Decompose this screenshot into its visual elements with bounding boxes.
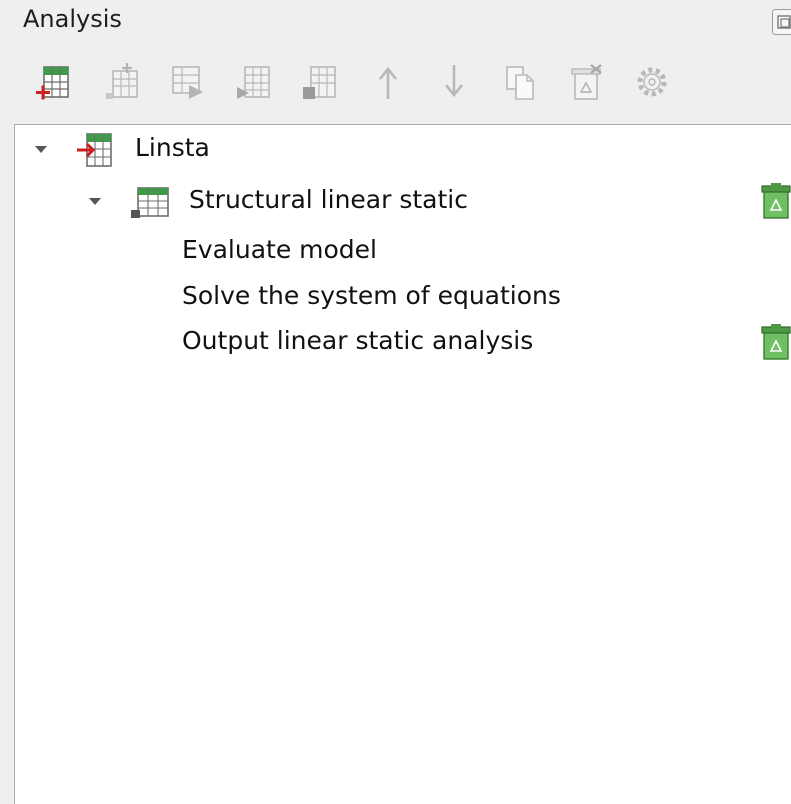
run-button[interactable]	[230, 57, 278, 107]
move-down-button[interactable]	[430, 57, 478, 107]
copy-button[interactable]	[496, 57, 544, 107]
delete-button[interactable]	[562, 57, 610, 107]
tree-item-linsta[interactable]: Linsta	[15, 128, 791, 168]
new-analysis-icon	[36, 66, 69, 100]
add-step-button[interactable]	[98, 57, 146, 107]
new-analysis-button[interactable]	[30, 57, 78, 107]
run-icon	[237, 66, 270, 99]
analysis-tree[interactable]: Linsta Structural linear static Evaluate…	[14, 124, 791, 804]
tree-item-output-linear-static[interactable]: Output linear static analysis	[15, 321, 791, 361]
recycle-bin-icon[interactable]	[761, 182, 791, 220]
settings-button[interactable]	[628, 57, 676, 107]
step-icon	[131, 187, 169, 218]
add-command-button[interactable]	[164, 57, 212, 107]
stop-button[interactable]	[296, 57, 344, 107]
settings-icon	[637, 67, 667, 97]
tree-item-label: Evaluate model	[182, 235, 377, 264]
tree-item-label: Solve the system of equations	[182, 281, 561, 310]
stop-icon	[303, 66, 336, 99]
copy-icon	[506, 66, 534, 100]
tree-item-label: Output linear static analysis	[182, 326, 534, 355]
recycle-bin-icon[interactable]	[761, 323, 791, 361]
analysis-toolbar	[0, 52, 791, 112]
tree-item-label: Structural linear static	[189, 185, 468, 214]
float-icon	[777, 15, 791, 29]
tree-item-label: Linsta	[135, 133, 210, 162]
tree-item-solve-system[interactable]: Solve the system of equations	[15, 276, 791, 316]
tree-item-structural-linear-static[interactable]: Structural linear static	[15, 180, 791, 220]
float-panel-button[interactable]	[772, 9, 791, 35]
panel-title: Analysis	[23, 5, 122, 33]
delete-icon	[571, 64, 602, 100]
expand-arrow-icon[interactable]	[89, 198, 101, 205]
move-up-icon	[378, 66, 398, 99]
add-command-icon	[172, 66, 203, 99]
analysis-panel: Analysis Linsta Structural linear static…	[0, 0, 791, 804]
analysis-icon	[77, 133, 112, 167]
tree-item-evaluate-model[interactable]: Evaluate model	[15, 230, 791, 270]
move-up-button[interactable]	[364, 57, 412, 107]
add-step-icon	[106, 63, 138, 99]
panel-header: Analysis	[0, 0, 791, 40]
move-down-icon	[444, 65, 464, 98]
expand-arrow-icon[interactable]	[35, 146, 47, 153]
